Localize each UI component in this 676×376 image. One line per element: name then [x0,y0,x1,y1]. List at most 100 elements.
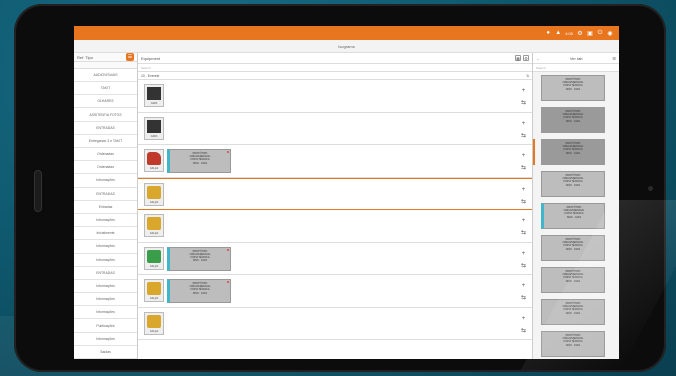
equipment-row[interactable]: CALÇA + ⇆ [138,210,532,243]
category-item[interactable]: Informações [74,174,137,188]
card-line: ISSO · 01/01 [565,183,581,187]
equipment-row[interactable]: CAPA + ⇆ [138,112,532,145]
columns: Ref. Tipo ☰ AUDIOVISUAIS TAKIT OLHARES ASSI… [74,53,619,359]
save-icon[interactable]: ▣ [587,30,593,37]
equipment-row[interactable]: CALÇA PROTÓTIPO CIMA ESSENCIAL FICHA TÉCNIC… [138,145,532,178]
preview-card[interactable]: PROTÓTIPOCIMA ESSENCIALFICHA TÉCNICAISSO… [541,139,605,165]
equipment-image [147,249,161,263]
category-item[interactable]: Informações [74,279,137,294]
sidebar-search-input[interactable] [74,62,137,69]
assigned-card[interactable]: PROTÓTIPO CIMA ESSENCIAL FICHA TÉCNICA ISSO… [167,149,231,173]
link-icon[interactable]: ⇆ [521,328,526,334]
equipment-thumbnail[interactable]: CAPA [144,84,164,107]
back-icon[interactable]: ← [536,56,540,61]
grid-view-icon[interactable]: ▦ [515,55,521,61]
list-icon[interactable]: ☰ [612,56,616,61]
equipment-row[interactable]: CALÇA + ⇆ [138,307,532,340]
assigned-card[interactable]: PROTÓTIPO CIMA ESSENCIAL FICHA TÉCNICA ISSO… [167,246,231,271]
equipment-header-label: Equipment [141,55,161,61]
top-bar: ● ▲ 4:00 ⚙ ▣ ⏻ ◉ [74,26,619,40]
link-icon[interactable]: ⇆ [521,199,526,205]
equipment-thumbnail[interactable]: CALÇA [144,311,164,335]
category-item[interactable]: Ordenadas [74,148,137,162]
category-item[interactable]: Informações [74,332,137,346]
thumbnail-caption: CALÇA [149,297,159,300]
logo-icon: ◉ [607,30,613,37]
preview-card[interactable]: PROTÓTIPOCIMA ESSENCIALFICHA TÉCNICAISSO… [541,171,605,197]
link-icon[interactable]: ⇆ [521,263,526,269]
equipment-header: Equipment ▦ ⚙ [138,53,532,64]
add-icon[interactable]: + [522,121,526,127]
preview-header: ← Ver tab ☰ [533,53,619,64]
category-item[interactable]: Ordenadas [74,161,137,175]
add-icon[interactable]: + [522,187,526,193]
equipment-row[interactable]: CALÇA PROTÓTIPO CIMA ESSENCIAL FICHA TÉCNIC… [138,275,532,308]
add-icon[interactable]: + [522,88,526,94]
category-item[interactable]: Informações [74,240,137,254]
link-icon[interactable]: ⇆ [521,165,526,171]
filter-button[interactable]: ☰ [126,53,134,62]
card-line: ISSO · 01/01 [192,291,208,295]
assigned-card[interactable]: PROTÓTIPO CIMA ESSENCIAL FICHA TÉCNICA ISSO… [167,279,231,303]
category-item[interactable]: ENTRADAS [74,121,137,135]
category-item[interactable]: Informações [74,293,137,307]
equipment-search-input[interactable]: Search [138,64,532,72]
equipment-rows: CAPA + ⇆ CAPA + ⇆ CALÇA PROTÓTIPO CIMA ESSENCIAL… [138,80,532,340]
equipment-thumbnail[interactable]: CAPA [144,116,164,140]
preview-card[interactable]: PROTÓTIPOCIMA ESSENCIALFICHA TÉCNICAISSO… [541,75,605,101]
equipment-panel: Equipment ▦ ⚙ Search 10 - Everest ⇅ CAPA… [138,53,533,359]
category-item[interactable]: ENTRADAS [74,266,137,280]
settings-icon[interactable]: ⚙ [523,55,529,61]
preview-search-input[interactable]: Search [533,64,619,72]
power-icon[interactable]: ⏻ [597,30,603,36]
gear-icon[interactable]: ⚙ [577,30,583,37]
equipment-row[interactable]: CAPA + ⇆ [138,80,532,113]
link-icon[interactable]: ⇆ [521,100,526,106]
link-icon[interactable]: ⇆ [521,133,526,139]
thumbnail-caption: CAPA [150,102,158,105]
equipment-thumbnail[interactable]: CALÇA [144,246,164,270]
equipment-thumbnail[interactable]: CALÇA [144,182,164,206]
status-dot [227,281,229,283]
category-item[interactable]: Informações [74,213,137,228]
preview-card[interactable]: PROTÓTIPOCIMA ESSENCIALFICHA TÉCNICAISSO… [541,107,605,133]
category-item[interactable]: Saídas [74,345,137,359]
equipment-row[interactable]: CALÇA + ⇆ [138,177,532,210]
category-item[interactable]: ENTRADAS [74,187,137,201]
equipment-thumbnail[interactable]: CALÇA [144,149,164,172]
alert-icon[interactable]: ▲ [555,30,561,36]
equipment-thumbnail[interactable]: CALÇA [144,214,164,237]
thumbnail-caption: CALÇA [149,264,159,268]
category-item[interactable]: Inicialmente [74,227,137,241]
category-item[interactable]: Entregando 3 e TAKIT [74,134,137,148]
add-icon[interactable]: + [522,218,526,224]
equipment-row[interactable]: CALÇA PROTÓTIPO CIMA ESSENCIAL FICHA TÉCNIC… [138,242,532,275]
sort-icon[interactable]: ⇅ [526,74,529,78]
selected-marker [533,139,535,165]
add-icon[interactable]: + [522,316,526,322]
link-icon[interactable]: ⇆ [521,295,526,301]
preview-card[interactable]: PROTÓTIPOCIMA ESSENCIALFICHA TÉCNICAISSO… [541,203,605,229]
category-item[interactable]: Entradas [74,200,137,214]
category-item[interactable]: TAKIT [74,82,137,96]
equipment-image [147,185,161,199]
card-line: ISSO · 01/01 [565,151,581,155]
card-line: ISSO · 01/01 [192,259,208,263]
status-text: 4:00 [565,30,573,36]
bulb-icon[interactable]: ● [545,30,551,36]
equipment-thumbnail[interactable]: CALÇA [144,279,164,302]
add-icon[interactable]: + [522,251,526,257]
category-item[interactable]: AUDIOVISUAIS [74,68,137,83]
add-icon[interactable]: + [522,283,526,289]
category-sidebar: Ref. Tipo ☰ AUDIOVISUAIS TAKIT OLHARES ASSI… [74,53,138,359]
category-item[interactable]: Publicações [74,319,137,333]
category-item[interactable]: Informações [74,253,137,267]
category-item[interactable]: ASSITENTIA FOTOS [74,108,137,122]
category-item[interactable]: OLHARES [74,95,137,109]
category-item[interactable]: Informações [74,306,137,320]
add-icon[interactable]: + [522,153,526,159]
card-line: ISSO · 01/01 [192,161,208,165]
link-icon[interactable]: ⇆ [521,230,526,236]
group-label: 10 - Everest [141,73,160,78]
equipment-image [147,119,161,133]
